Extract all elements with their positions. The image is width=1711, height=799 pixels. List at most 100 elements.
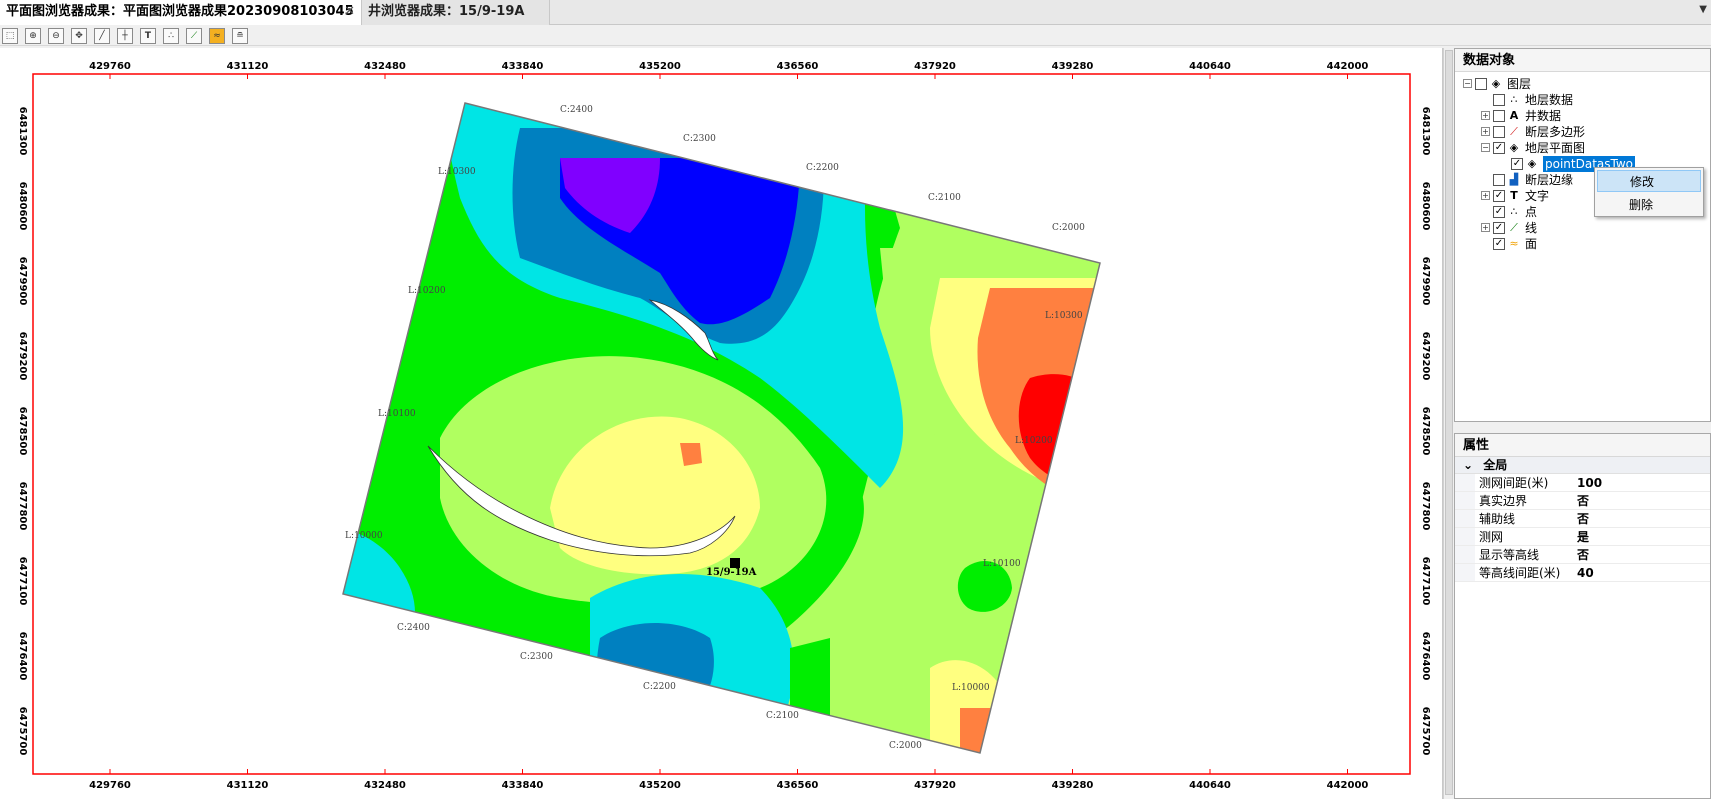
property-row[interactable]: 显示等高线 否 — [1455, 546, 1710, 564]
fault-edge-icon: ▟ — [1509, 173, 1519, 186]
property-row[interactable]: 辅助线 否 — [1455, 510, 1710, 528]
tab-plan-browser[interactable]: 平面图浏览器成果：平面图浏览器成果20230908103045 ✕ — [0, 0, 362, 25]
property-value[interactable]: 40 — [1577, 564, 1594, 582]
contour-label-top: C:2400 — [560, 105, 593, 115]
checkbox[interactable] — [1493, 94, 1505, 106]
checkbox[interactable] — [1493, 110, 1505, 122]
context-menu-delete[interactable]: 删除 — [1597, 194, 1701, 216]
layers-tool-icon[interactable]: ≘ — [232, 28, 248, 44]
tree-item-lines[interactable]: + ✓ ⟋ 线 — [1455, 220, 1710, 236]
x-tick-label-top: 439280 — [1052, 61, 1094, 72]
tree-item-surfaces[interactable]: ✓ ≈ 面 — [1455, 236, 1710, 252]
layers-icon: ◈ — [1527, 157, 1537, 170]
y-tick-label-right: 6480600 — [1420, 182, 1431, 231]
y-tick-label-right: 6481300 — [1420, 107, 1431, 156]
collapse-icon[interactable]: ⌄ — [1463, 458, 1473, 472]
contour-label-left: L:10100 — [378, 409, 416, 419]
text-tool-icon[interactable]: T — [140, 28, 156, 44]
x-tick-label-top: 437920 — [914, 61, 956, 72]
y-tick-label-left: 6479200 — [17, 332, 28, 381]
contour-label-right: L:10200 — [1015, 436, 1053, 446]
tree-item-label: 面 — [1525, 237, 1538, 251]
tree-item-strata-data[interactable]: ∴ 地层数据 — [1455, 92, 1710, 108]
data-objects-panel: 数据对象 − ◈ 图层 ∴ 地层数据 + A 井数据 + ⟋ 断层多边形 − ✓… — [1454, 48, 1711, 422]
tree-item-fault-polygon[interactable]: + ⟋ 断层多边形 — [1455, 124, 1710, 140]
property-value[interactable]: 否 — [1577, 546, 1589, 564]
property-key: 辅助线 — [1479, 512, 1516, 526]
property-value[interactable]: 否 — [1577, 492, 1589, 510]
x-tick-label-top: 429760 — [89, 61, 131, 72]
context-menu: 修改 删除 — [1594, 167, 1704, 217]
tree-item-well-data[interactable]: + A 井数据 — [1455, 108, 1710, 124]
checkbox-checked[interactable]: ✓ — [1493, 190, 1505, 202]
close-tab-icon[interactable]: ✕ — [344, 0, 355, 24]
x-tick-label-bottom: 437920 — [914, 780, 956, 791]
contour-label-right: L:10300 — [1045, 311, 1083, 321]
expand-icon[interactable]: + — [1481, 111, 1490, 120]
expand-icon[interactable]: + — [1481, 127, 1490, 136]
expand-icon[interactable]: + — [1481, 191, 1490, 200]
expand-icon[interactable]: + — [1481, 223, 1490, 232]
checkbox-checked[interactable]: ✓ — [1493, 206, 1505, 218]
collapse-icon[interactable]: − — [1481, 143, 1490, 152]
line-icon: ⟋ — [1510, 221, 1518, 234]
app-window: 平面图浏览器成果：平面图浏览器成果20230908103045 ✕ 井浏览器成果… — [0, 0, 1711, 799]
property-row[interactable]: 测网间距(米) 100 — [1455, 474, 1710, 492]
tab-dropdown-icon[interactable]: ▼ — [1699, 4, 1707, 15]
points-tool-icon[interactable]: ∴ — [163, 28, 179, 44]
property-key: 等高线间距(米) — [1479, 566, 1561, 580]
property-row[interactable]: 等高线间距(米) 40 — [1455, 564, 1710, 582]
tab-bar: 平面图浏览器成果：平面图浏览器成果20230908103045 ✕ 井浏览器成果… — [0, 0, 1711, 25]
property-row[interactable]: 测网 是 — [1455, 528, 1710, 546]
x-tick-label-bottom: 433840 — [502, 780, 544, 791]
contour-label-right: L:10100 — [983, 559, 1021, 569]
scrollbar-thumb[interactable] — [1445, 50, 1453, 795]
y-tick-label-left: 6481300 — [17, 107, 28, 156]
layers-icon: ◈ — [1509, 141, 1519, 154]
tab-well-browser[interactable]: 井浏览器成果：15/9-19A — [362, 0, 550, 25]
y-tick-label-right: 6476400 — [1420, 632, 1431, 681]
select-icon[interactable]: ⬚ — [2, 28, 18, 44]
tree-item-layers[interactable]: − ◈ 图层 — [1455, 76, 1710, 92]
property-value[interactable]: 否 — [1577, 510, 1589, 528]
x-tick-label-top: 442000 — [1327, 61, 1369, 72]
checkbox[interactable] — [1493, 174, 1505, 186]
y-tick-label-right: 6475700 — [1420, 707, 1431, 756]
contour-label-bottom: C:2200 — [643, 682, 676, 692]
property-value[interactable]: 100 — [1577, 474, 1602, 492]
x-tick-label-top: 436560 — [777, 61, 819, 72]
data-objects-title: 数据对象 — [1455, 49, 1710, 72]
plan-map[interactable]: 429760 429760 431120 431120 432480 432480 4338… — [0, 48, 1443, 799]
y-tick-label-right: 6479900 — [1420, 257, 1431, 306]
grid-icon[interactable]: ┼ — [117, 28, 133, 44]
checkbox-checked[interactable]: ✓ — [1493, 222, 1505, 234]
map-toolbar: ⬚ ⊕ ⊖ ✥ ╱ ┼ T ∴ ⟋ ≈ ≘ — [0, 26, 1711, 46]
property-value[interactable]: 是 — [1577, 528, 1589, 546]
collapse-icon[interactable]: − — [1463, 79, 1472, 88]
y-tick-label-left: 6477100 — [17, 557, 28, 606]
property-row[interactable]: 真实边界 否 — [1455, 492, 1710, 510]
checkbox[interactable] — [1493, 126, 1505, 138]
polyline-tool-icon[interactable]: ⟋ — [186, 28, 202, 44]
layer-tree: − ◈ 图层 ∴ 地层数据 + A 井数据 + ⟋ 断层多边形 − ✓ ◈ 地层… — [1455, 72, 1710, 252]
x-tick-label-bottom: 436560 — [777, 780, 819, 791]
x-tick-label-top: 431120 — [227, 61, 269, 72]
points-icon: ∴ — [1510, 93, 1518, 106]
checkbox-checked[interactable]: ✓ — [1493, 238, 1505, 250]
line-tool-icon[interactable]: ╱ — [94, 28, 110, 44]
surface-tool-icon[interactable]: ≈ — [209, 28, 225, 44]
pan-icon[interactable]: ✥ — [71, 28, 87, 44]
checkbox-checked[interactable]: ✓ — [1511, 158, 1523, 170]
right-sidebar: 数据对象 − ◈ 图层 ∴ 地层数据 + A 井数据 + ⟋ 断层多边形 − ✓… — [1454, 48, 1711, 799]
checkbox-checked[interactable]: ✓ — [1493, 142, 1505, 154]
tree-item-strata-plan[interactable]: − ✓ ◈ 地层平面图 — [1455, 140, 1710, 156]
tree-item-label: 地层数据 — [1525, 93, 1574, 107]
property-group-global[interactable]: ⌄ 全局 — [1455, 457, 1710, 474]
zoom-in-icon[interactable]: ⊕ — [25, 28, 41, 44]
surface-icon: ≈ — [1509, 237, 1519, 250]
map-vertical-scrollbar[interactable] — [1443, 48, 1454, 799]
checkbox[interactable] — [1475, 78, 1487, 90]
zoom-out-icon[interactable]: ⊖ — [48, 28, 64, 44]
context-menu-edit[interactable]: 修改 — [1597, 170, 1701, 192]
property-group-label: 全局 — [1483, 458, 1508, 472]
